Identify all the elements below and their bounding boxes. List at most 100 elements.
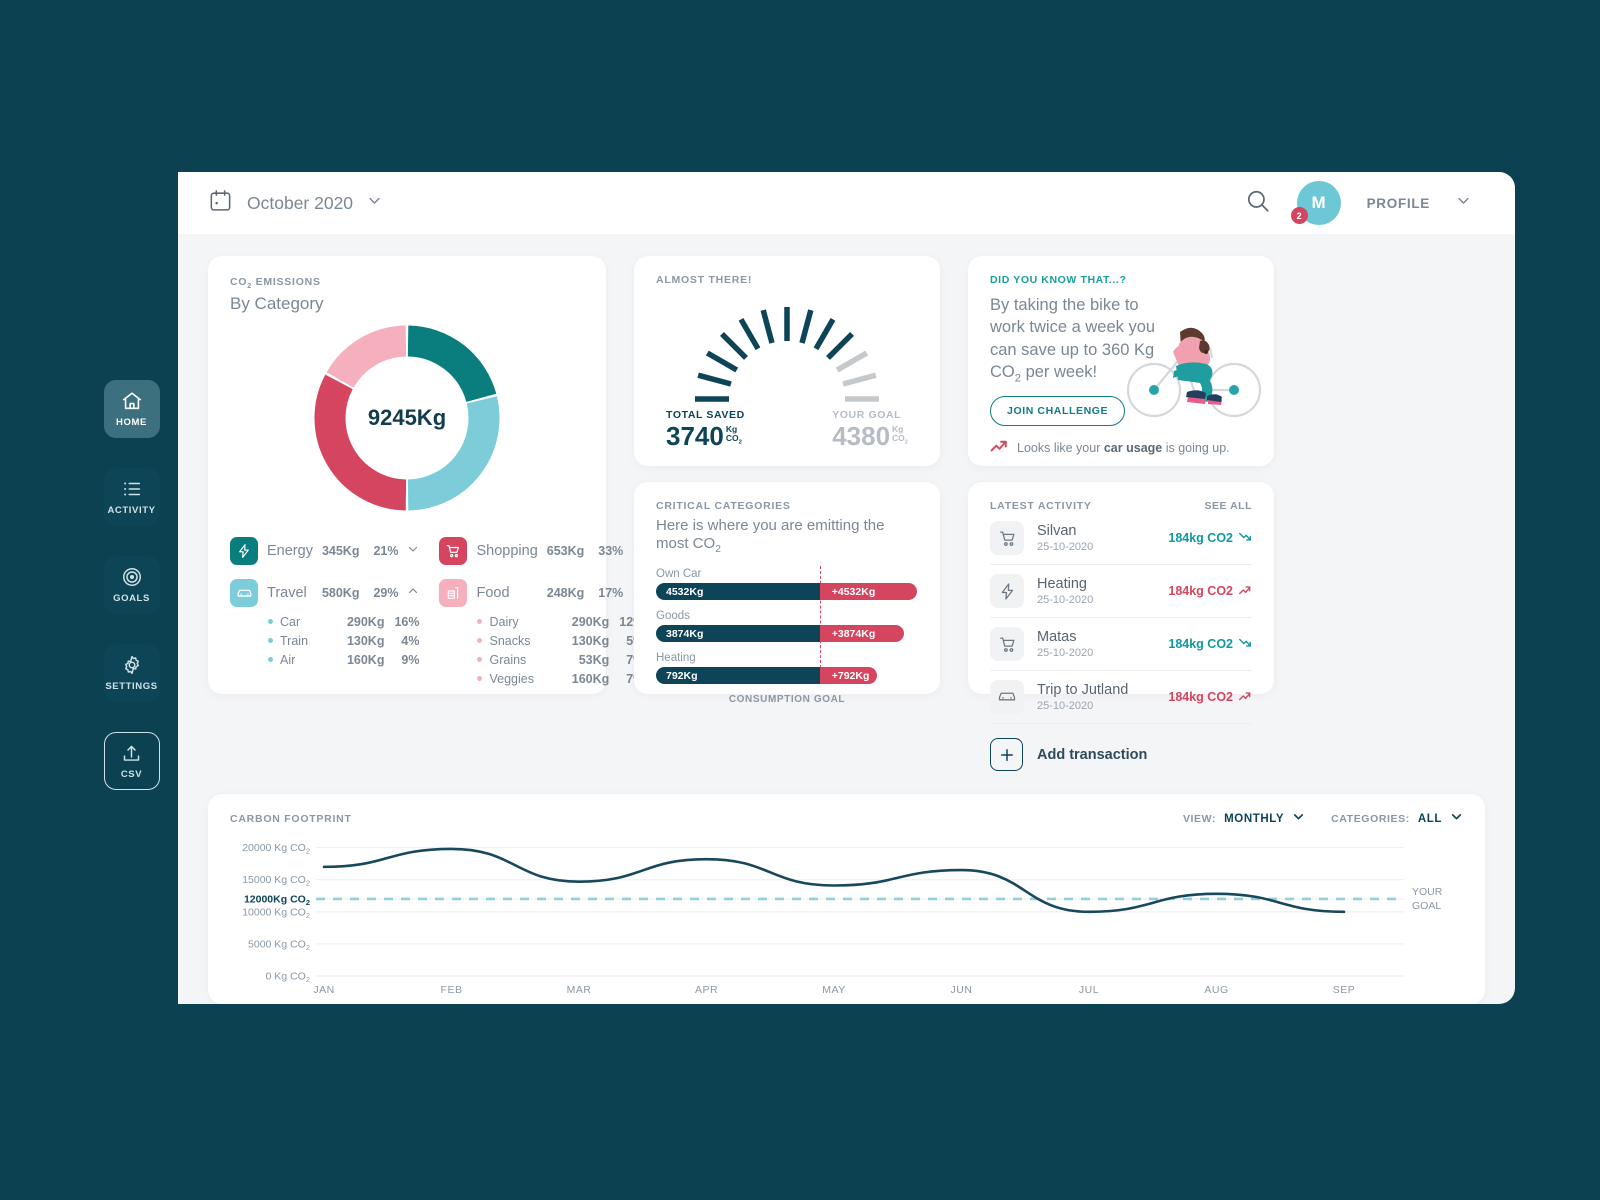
food-icon: [439, 579, 468, 608]
gauge-tick: [720, 331, 748, 360]
activity-row[interactable]: Matas 25-10-2020 184kg CO2: [990, 618, 1252, 671]
see-all-link[interactable]: SEE ALL: [1205, 500, 1252, 512]
critical-categories-card: CRITICAL CATEGORIES Here is where you ar…: [634, 482, 940, 705]
category-legend: Energy 345Kg 21% Shopping 653Kg 33% Trav…: [230, 532, 644, 692]
activity-text: Matas 25-10-2020: [1037, 629, 1093, 659]
profile-label[interactable]: PROFILE: [1367, 196, 1430, 211]
chevron-down-icon[interactable]: [1450, 810, 1463, 828]
activity-date: 25-10-2020: [1037, 594, 1094, 606]
critical-bar-value: 4532Kg: [656, 583, 820, 601]
x-axis-tick-label: JUN: [951, 984, 973, 993]
gear-icon: [121, 654, 143, 676]
gauge-tick: [813, 317, 836, 350]
subcategory-name: Grains: [489, 652, 527, 667]
subcategory-kg: 160Kg: [346, 652, 385, 667]
bullet-dot: [268, 619, 273, 625]
your-goal-number: 4380: [832, 421, 891, 451]
category-row-energy[interactable]: Energy 345Kg 21%: [230, 532, 419, 570]
sidebar-item-label: CSV: [120, 768, 143, 780]
activity-name: Matas: [1037, 629, 1077, 645]
subcategory-pct: 9%: [401, 652, 420, 667]
category-pct: 21%: [373, 544, 399, 559]
energy-icon: [990, 574, 1024, 608]
bullet-dot: [477, 657, 483, 663]
bullet-dot: [268, 657, 273, 663]
join-challenge-button[interactable]: JOIN CHALLENGE: [990, 396, 1126, 427]
topbar-right: M 2 PROFILE: [1245, 181, 1471, 225]
critical-row-label: Own Car: [656, 568, 702, 581]
search-icon[interactable]: [1245, 188, 1271, 219]
your-goal-block: YOUR GOAL 4380 Kg CO2: [832, 409, 908, 452]
activity-row[interactable]: Trip to Jutland 25-10-2020 184kg CO2: [990, 671, 1252, 724]
chevron-down-icon[interactable]: [367, 193, 382, 213]
chevron-up-icon[interactable]: [407, 584, 419, 602]
subcategory-kg: 130Kg: [346, 633, 385, 648]
y-axis-tick-label: 0 Kg CO2: [266, 971, 310, 985]
activity-row[interactable]: Heating 25-10-2020 184kg CO2: [990, 565, 1252, 618]
category-name: Shopping: [476, 543, 538, 560]
sidebar-item-goals[interactable]: GOALS: [103, 556, 160, 614]
sidebar-item-home[interactable]: HOME: [103, 380, 160, 438]
critical-bar: 792Kg +792Kg: [656, 667, 918, 685]
category-row-food[interactable]: Food 248Kg 17%: [439, 574, 644, 612]
subcategory-kg: 290Kg: [346, 614, 385, 629]
did-you-know-card: DID YOU KNOW THAT...? By taking the bike…: [968, 256, 1274, 466]
category-kg: 248Kg: [546, 586, 585, 601]
activity-row[interactable]: Silvan 25-10-2020 184kg CO2: [990, 512, 1252, 565]
cart-icon: [990, 627, 1024, 661]
sidebar-item-activity[interactable]: ACTIVITY: [103, 468, 160, 526]
goal-line-label: YOUR: [1412, 886, 1443, 898]
critical-bar: 4532Kg +4532Kg: [656, 583, 918, 601]
category-pct: 33%: [598, 544, 624, 559]
category-name: Energy: [267, 543, 313, 560]
sidebar-item-csv[interactable]: CSV: [103, 732, 160, 790]
chevron-down-icon[interactable]: [1292, 810, 1305, 828]
person-on-bike-illustration: [1124, 308, 1264, 425]
activity-text: Trip to Jutland 25-10-2020: [1037, 682, 1128, 712]
gauge-chart: [656, 286, 918, 409]
critical-bars: Own Car 4532Kg +4532Kg Goods 3874Kg +387…: [656, 566, 918, 685]
activity-text: Heating 25-10-2020: [1037, 576, 1093, 606]
sidebar-item-label: HOME: [116, 417, 147, 428]
category-pct: 29%: [373, 586, 399, 601]
category-block-food: Food 248Kg 17% Dairy 290Kg 12% Snacks 13…: [439, 574, 644, 688]
chevron-down-icon[interactable]: [1456, 193, 1471, 213]
category-kg: 580Kg: [321, 586, 360, 601]
subcategory-kg: 130Kg: [571, 633, 610, 648]
add-transaction-button[interactable]: Add transaction: [990, 724, 1252, 771]
chevron-down-icon[interactable]: [407, 542, 419, 560]
critical-bar-over: +3874Kg: [819, 625, 904, 643]
goal-line-label: GOAL: [1412, 900, 1441, 912]
view-value[interactable]: MONTHLY: [1224, 813, 1284, 825]
fact-note-text: Looks like your car usage is going up.: [1017, 441, 1230, 456]
critical-bar-over: +792Kg: [819, 667, 878, 685]
total-saved-number: 3740: [666, 421, 724, 451]
bullet-dot: [477, 676, 483, 682]
category-row-shopping[interactable]: Shopping 653Kg 33%: [439, 532, 644, 570]
activity-value: 184kg CO2: [1168, 690, 1252, 705]
category-name: Food: [476, 585, 510, 602]
card-eyebrow: ALMOST THERE!: [656, 274, 753, 286]
subcategory-row: Train 130Kg 4%: [230, 631, 419, 650]
add-transaction-label: Add transaction: [1037, 746, 1148, 763]
calendar-icon: [208, 188, 233, 218]
carbon-footprint-card: CARBON FOOTPRINT VIEW: MONTHLY CATEGORIE…: [208, 794, 1485, 1004]
categories-value[interactable]: ALL: [1418, 813, 1442, 825]
categories-selector[interactable]: CATEGORIES: ALL: [1331, 810, 1463, 828]
bullet-dot: [268, 638, 273, 644]
x-axis-tick-label: MAY: [822, 984, 845, 993]
subcategory-name: Veggies: [489, 671, 534, 686]
your-goal-value: 4380 Kg CO2: [832, 421, 908, 452]
avatar[interactable]: M 2: [1290, 181, 1341, 225]
sidebar-item-settings[interactable]: SETTINGS: [103, 644, 160, 702]
date-picker[interactable]: October 2020: [208, 188, 382, 218]
activity-name: Silvan: [1037, 523, 1077, 539]
car-icon: [990, 680, 1024, 714]
category-row-travel[interactable]: Travel 580Kg 29%: [230, 574, 419, 612]
y-axis-tick-label: 5000 Kg CO2: [248, 938, 310, 952]
sidebar-item-label: SETTINGS: [105, 681, 158, 692]
view-selector[interactable]: VIEW: MONTHLY: [1183, 810, 1305, 828]
notification-badge: 2: [1290, 207, 1308, 224]
upload-icon: [121, 743, 142, 764]
card-eyebrow: LATEST ACTIVITY: [990, 500, 1092, 512]
